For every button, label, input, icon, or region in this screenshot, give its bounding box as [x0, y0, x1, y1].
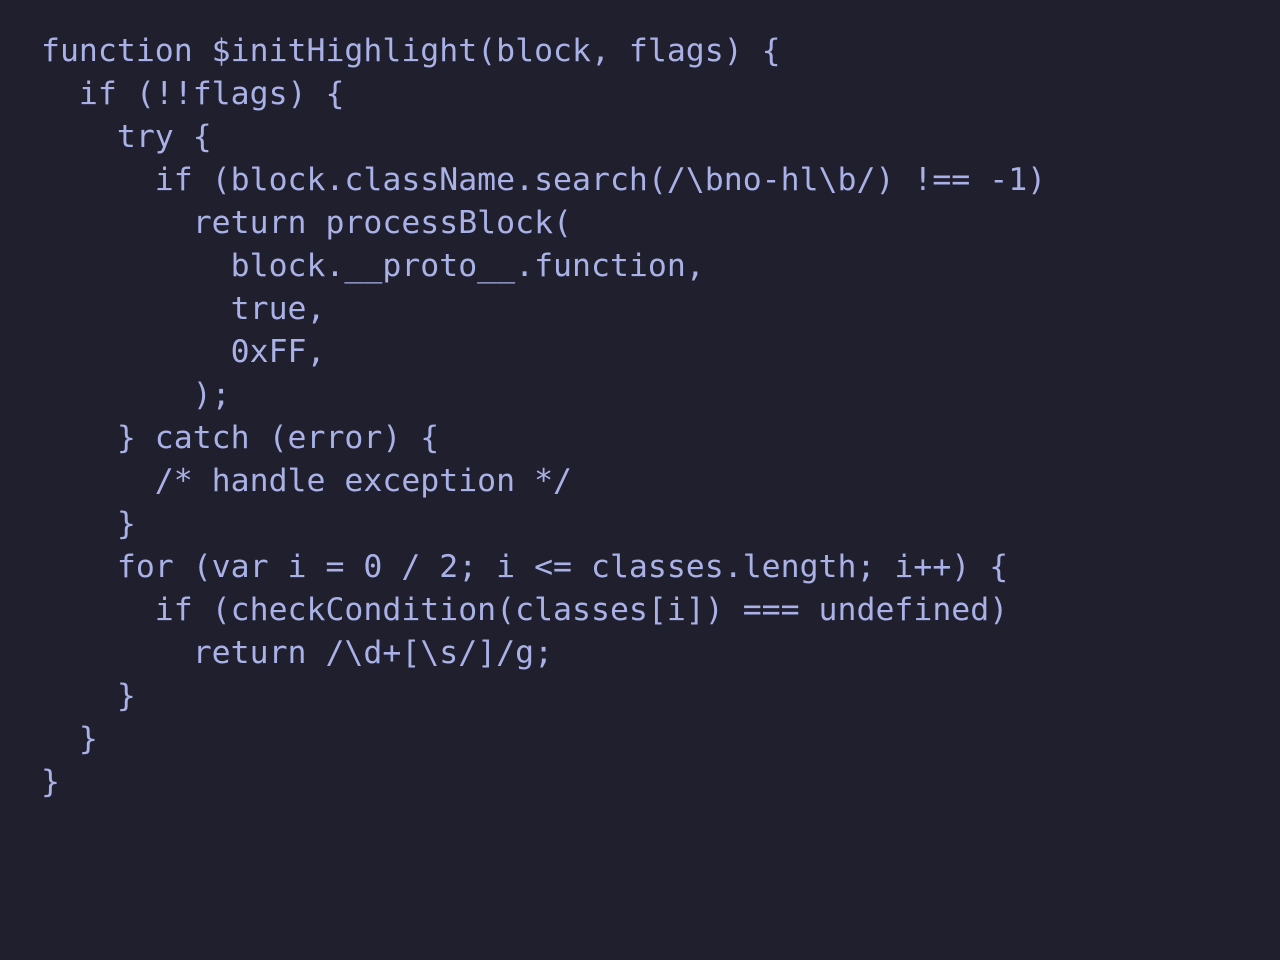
code-line-2: if (!!flags) {	[41, 76, 345, 112]
code-line-1: function $initHighlight(block, flags) {	[41, 33, 781, 69]
code-editor[interactable]: function $initHighlight(block, flags) { …	[0, 0, 1280, 960]
code-line-16: }	[41, 678, 136, 714]
code-block[interactable]: function $initHighlight(block, flags) { …	[41, 30, 1046, 804]
code-line-5: return processBlock(	[41, 205, 573, 241]
code-line-12: }	[41, 506, 136, 542]
code-line-8: 0xFF,	[41, 334, 326, 370]
code-line-4: if (block.className.search(/\bno-hl\b/) …	[41, 162, 1047, 198]
code-line-11: /* handle exception */	[41, 463, 573, 499]
code-line-6: block.__proto__.function,	[41, 248, 705, 284]
code-line-7: true,	[41, 291, 326, 327]
code-line-18: }	[41, 764, 60, 800]
code-line-13: for (var i = 0 / 2; i <= classes.length;…	[41, 549, 1009, 585]
code-line-10: } catch (error) {	[41, 420, 440, 456]
code-line-17: }	[41, 721, 98, 757]
code-line-14: if (checkCondition(classes[i]) === undef…	[41, 592, 1009, 628]
code-line-9: );	[41, 377, 231, 413]
code-line-15: return /\d+[\s/]/g;	[41, 635, 554, 671]
code-line-3: try {	[41, 119, 212, 155]
